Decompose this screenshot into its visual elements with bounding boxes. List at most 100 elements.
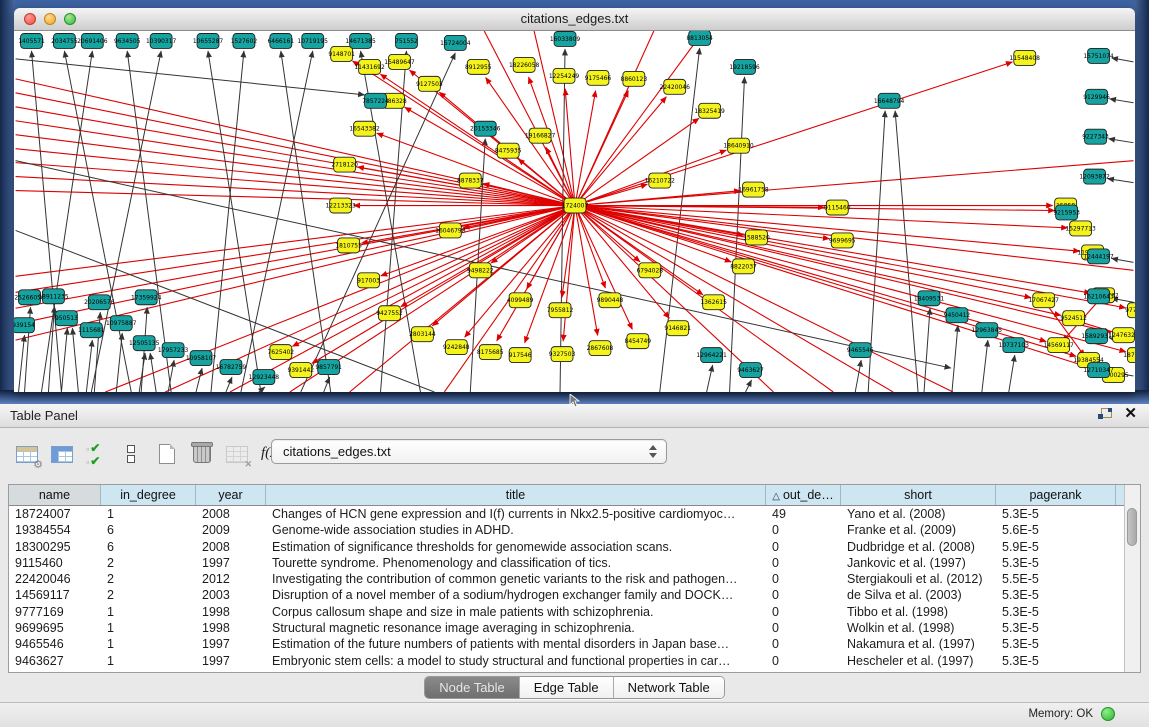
graph-node[interactable]: 1362615: [700, 295, 727, 310]
graph-node[interactable]: 12923448: [249, 370, 280, 385]
tab-node-table[interactable]: Node Table: [425, 677, 520, 698]
graph-node[interactable]: 17359924: [131, 290, 162, 305]
select-all-button[interactable]: ✔✔: [84, 442, 112, 468]
graph-node[interactable]: 16033809: [550, 31, 581, 46]
graph-node[interactable]: 12254249: [549, 68, 580, 83]
graph-node[interactable]: 12476321: [1108, 328, 1135, 343]
graph-node[interactable]: 8912955: [465, 59, 492, 74]
table-row[interactable]: 946362711997Embryonic stem cells: a mode…: [9, 653, 1124, 669]
graph-node[interactable]: 9115460: [824, 200, 851, 215]
graph-node[interactable]: 22420046: [660, 79, 691, 94]
graph-node[interactable]: 9391442: [287, 363, 314, 378]
graph-node[interactable]: 16961758: [738, 182, 769, 197]
graph-node[interactable]: 9777169: [1125, 303, 1135, 318]
graph-node[interactable]: 939154: [14, 318, 35, 333]
column-header-in_degree[interactable]: in_degree: [101, 485, 196, 505]
table-row[interactable]: 977716911998Corpus callosum shape and si…: [9, 604, 1124, 620]
delete-column-button[interactable]: [189, 442, 217, 468]
graph-node[interactable]: 8475935: [495, 143, 522, 158]
graph-node[interactable]: 1527602: [231, 33, 258, 48]
table-row[interactable]: 1872400712008Changes of HCN gene express…: [9, 506, 1124, 522]
graph-node[interactable]: 15724004: [440, 35, 471, 50]
table-mode-button[interactable]: ⚙: [14, 442, 42, 468]
graph-node[interactable]: 16210722: [645, 173, 676, 188]
graph-node[interactable]: 2718120: [331, 157, 358, 172]
graph-node[interactable]: 16210643: [1083, 289, 1114, 304]
graph-node[interactable]: 16648794: [874, 93, 905, 108]
table-row[interactable]: 1456911722003Disruption of a novel membe…: [9, 587, 1124, 603]
delete-table-button[interactable]: ✕: [224, 442, 252, 468]
graph-node[interactable]: 12710347: [1083, 363, 1114, 378]
column-header-pagerank[interactable]: pagerank: [996, 485, 1116, 505]
graph-node[interactable]: 17957233: [158, 343, 189, 358]
graph-node[interactable]: 8860123: [621, 71, 648, 86]
float-window-icon[interactable]: [1098, 408, 1112, 421]
column-header-name[interactable]: name: [9, 485, 101, 505]
graph-node[interactable]: 16543382: [349, 121, 380, 136]
vertical-scrollbar[interactable]: [1124, 485, 1140, 672]
graph-node[interactable]: 8175685: [477, 345, 504, 360]
graph-node[interactable]: 8813054: [686, 31, 713, 45]
graph-node[interactable]: 7857224: [362, 93, 389, 108]
graph-node[interactable]: 9215953: [1053, 205, 1080, 220]
graph-node[interactable]: 9524512: [1060, 311, 1087, 326]
graph-node[interactable]: 15751074: [1083, 48, 1114, 63]
graph-node[interactable]: 9127503: [416, 76, 443, 91]
graph-node[interactable]: 9465546: [847, 343, 874, 358]
graph-node[interactable]: 14569117: [1043, 338, 1074, 353]
scrollbar-thumb[interactable]: [1127, 508, 1137, 546]
graph-node[interactable]: 10958107: [186, 351, 217, 366]
graph-node[interactable]: 9327503: [549, 347, 576, 362]
table-selector[interactable]: citations_edges.txt: [271, 439, 667, 464]
tab-network-table[interactable]: Network Table: [614, 677, 724, 698]
graph-node[interactable]: 7625402: [268, 345, 295, 360]
graph-node[interactable]: 12505135: [129, 336, 160, 351]
graph-node[interactable]: 12093872: [1079, 169, 1110, 184]
graph-node[interactable]: 9227343: [1082, 129, 1109, 144]
graph-node[interactable]: 6466161: [268, 33, 295, 48]
graph-node[interactable]: 751552: [395, 33, 418, 48]
network-canvas[interactable]: 1724007122542491822605889129559127503818…: [14, 31, 1135, 392]
graph-node[interactable]: 19218596: [729, 59, 760, 74]
graph-node[interactable]: 950513: [55, 311, 78, 326]
graph-node[interactable]: 9148701: [328, 46, 355, 61]
graph-node[interactable]: 7955812: [547, 303, 574, 318]
table-row[interactable]: 946554611997Estimation of the future num…: [9, 636, 1124, 652]
graph-node[interactable]: 14671385: [345, 33, 376, 48]
graph-node[interactable]: 18409531: [914, 291, 945, 306]
new-column-button[interactable]: [154, 442, 182, 468]
graph-node[interactable]: 8822037: [730, 259, 757, 274]
column-header-short[interactable]: short: [841, 485, 996, 505]
window-titlebar[interactable]: citations_edges.txt: [14, 8, 1135, 31]
graph-node[interactable]: 16782759: [216, 360, 247, 375]
graph-node[interactable]: 9242848: [443, 340, 470, 355]
graph-node[interactable]: 15297713: [1065, 221, 1096, 236]
graph-node[interactable]: 9129946: [1083, 89, 1110, 104]
column-header-out_de[interactable]: △out_de…: [766, 485, 841, 505]
tab-edge-table[interactable]: Edge Table: [520, 677, 614, 698]
show-columns-button[interactable]: [49, 442, 77, 468]
graph-node[interactable]: 9634505: [114, 33, 141, 48]
graph-node[interactable]: 16046798: [435, 223, 466, 238]
graph-node[interactable]: 9450412: [944, 308, 971, 323]
graph-node[interactable]: 9175466: [585, 70, 612, 85]
close-panel-icon[interactable]: ✕: [1124, 407, 1137, 421]
graph-node[interactable]: 9463627: [737, 363, 764, 378]
graph-node[interactable]: 18724007: [1123, 348, 1135, 363]
graph-node[interactable]: 1724007: [562, 198, 589, 213]
graph-node[interactable]: 10975887: [106, 316, 137, 331]
graph-node[interactable]: 2034755: [51, 33, 78, 48]
graph-node[interactable]: 12213323: [325, 198, 356, 213]
graph-node[interactable]: 10390317: [146, 33, 177, 48]
graph-node[interactable]: 8878337: [457, 173, 484, 188]
graph-node[interactable]: 15489647: [384, 54, 415, 69]
graph-node[interactable]: 917003: [357, 273, 380, 288]
graph-node[interactable]: 15892931: [1081, 329, 1112, 344]
table-row[interactable]: 969969511998Structural magnetic resonanc…: [9, 620, 1124, 636]
graph-node[interactable]: 8454749: [625, 334, 652, 349]
graph-node[interactable]: 9146821: [664, 321, 691, 336]
graph-node[interactable]: 2803144: [409, 327, 436, 342]
graph-node[interactable]: 11431692: [354, 59, 385, 74]
graph-node[interactable]: 10719195: [298, 33, 329, 48]
graph-node[interactable]: 19166827: [525, 128, 556, 143]
